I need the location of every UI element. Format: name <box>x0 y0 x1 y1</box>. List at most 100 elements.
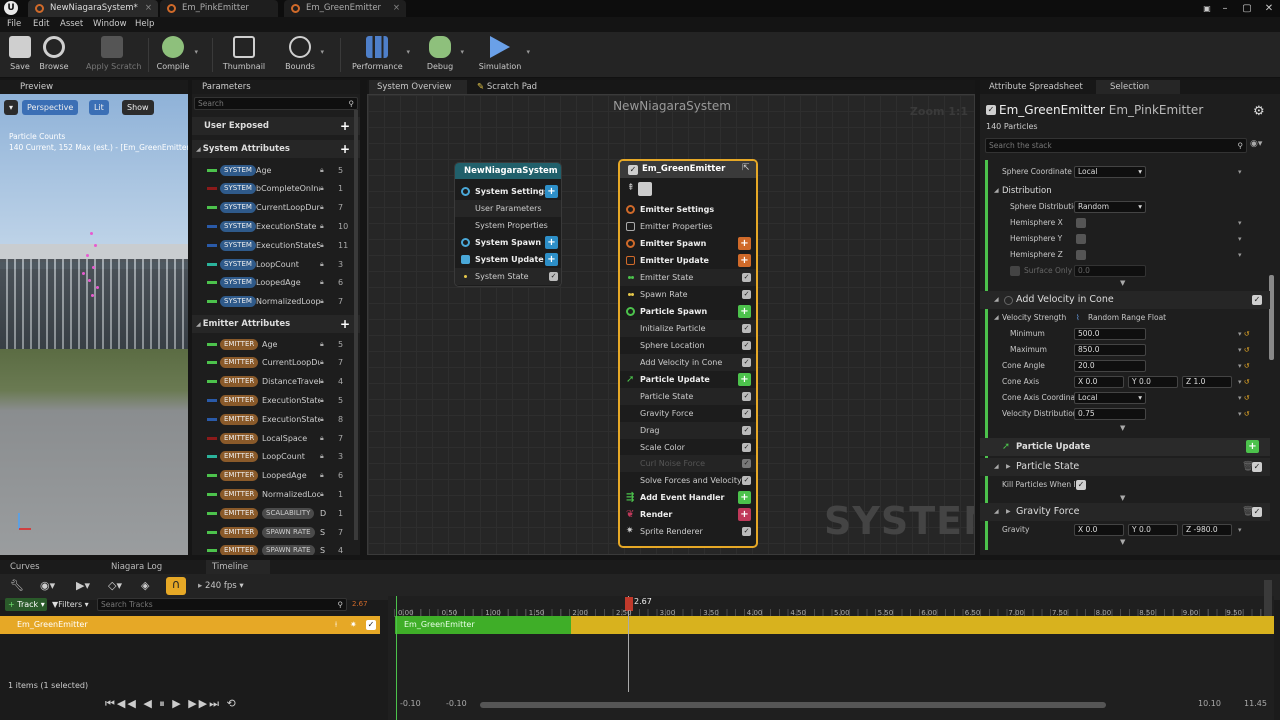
maximize-icon[interactable]: ▢ <box>1236 0 1258 17</box>
expand-arrow-icon[interactable]: ◢ <box>196 321 203 328</box>
start-marker[interactable] <box>396 596 397 720</box>
hemisphere-x-checkbox[interactable] <box>1076 218 1086 228</box>
parameter-row[interactable]: SYSTEM LoopedAge 🔒︎ 6 <box>192 273 352 292</box>
add-icon[interactable]: + <box>738 373 751 386</box>
expand-arrow-icon[interactable]: ◢ <box>994 503 999 521</box>
module-enable-checkbox[interactable]: ✓ <box>1252 462 1262 472</box>
parameter-row[interactable]: EMITTERNormalizedLoopA🔒︎ 1 <box>192 485 352 504</box>
tab-em-greenemitter[interactable]: Em_GreenEmitter × <box>284 0 406 17</box>
simulation-button[interactable]: Simulation ▾ <box>478 34 530 76</box>
tab-niagara-log[interactable]: Niagara Log <box>111 560 162 574</box>
emitter-range-bar[interactable] <box>571 616 1274 634</box>
hemisphere-y-checkbox[interactable] <box>1076 234 1086 244</box>
horizontal-scrollbar[interactable] <box>480 702 1106 708</box>
parameter-row[interactable]: EMITTER SPAWN RATE S 7 <box>192 523 352 542</box>
add-icon[interactable]: + <box>738 305 751 318</box>
reset-arrow-icon[interactable]: ▾ ↺ <box>1238 390 1250 406</box>
tab-system-overview[interactable]: System Overview <box>369 80 467 94</box>
user-exposed-header[interactable]: User Exposed + <box>192 117 360 135</box>
reset-arrow-icon[interactable]: ▾ <box>1238 215 1242 231</box>
collapse-arrow-icon[interactable]: ▼ <box>1120 424 1125 432</box>
gravity-y-input[interactable]: Y 0.0 <box>1128 524 1178 536</box>
stack-item-drag[interactable]: Drag ✓ <box>620 422 756 439</box>
close-icon[interactable]: × <box>145 0 152 17</box>
add-icon[interactable]: + <box>738 491 751 504</box>
parameter-row[interactable]: SYSTEMbCompleteOnInac🔒︎ 1 <box>192 179 352 198</box>
particle-update-group[interactable]: ➚ Particle Update + <box>980 438 1270 456</box>
chevron-down-icon[interactable]: ▾ <box>406 48 410 56</box>
parameter-row[interactable]: EMITTERCurrentLoopDura🔒︎ 7 <box>192 353 352 372</box>
reset-arrow-icon[interactable]: ▾ <box>1238 247 1242 263</box>
stack-item-emitter-settings[interactable]: Emitter Settings <box>620 201 756 218</box>
fps-dropdown[interactable]: ▸ 240 fps ▾ <box>198 581 244 591</box>
collapse-arrow-icon[interactable]: ▼ <box>1120 279 1125 287</box>
thumbnail-button[interactable]: Thumbnail <box>222 34 266 76</box>
preview-tab[interactable]: Preview <box>0 80 188 94</box>
stack-search-input[interactable]: Search the stack ⚲ <box>985 138 1247 153</box>
reset-arrow-icon[interactable]: ▾ ↺ <box>1238 358 1250 374</box>
tab-newniagarasystem[interactable]: NewNiagaraSystem* × <box>28 0 158 17</box>
show-button[interactable]: Show <box>122 100 154 115</box>
menu-file[interactable]: File <box>7 17 21 32</box>
stack-item-particle-state[interactable]: Particle State ✓ <box>620 388 756 405</box>
stack-item-emitter-properties[interactable]: Emitter Properties <box>620 218 756 235</box>
enable-checkbox[interactable]: ✓ <box>742 392 751 401</box>
add-icon[interactable]: + <box>545 253 558 266</box>
parameter-row[interactable]: SYSTEM ExecutionStateS 🔒︎ 11 <box>192 236 352 255</box>
parameters-search-input[interactable]: Search ⚲ <box>194 97 358 110</box>
add-icon[interactable]: + <box>340 315 350 333</box>
add-velocity-module[interactable]: ◢ Add Velocity in Cone ✓ <box>980 291 1270 309</box>
viewport-options-button[interactable]: ▾ <box>4 100 18 115</box>
parameter-row[interactable]: EMITTERDistanceTraveled🔒︎ 4 <box>192 372 352 391</box>
performance-button[interactable]: Performance ▾ <box>352 34 410 76</box>
stack-item-scale-color[interactable]: Scale Color ✓ <box>620 439 756 456</box>
reset-arrow-icon[interactable]: ▾ ↺ <box>1238 406 1250 422</box>
menu-window[interactable]: Window <box>93 17 127 32</box>
collapse-arrow-icon[interactable]: ▶ <box>1006 503 1011 521</box>
sphere-distribution-dropdown[interactable]: Random ▾ <box>1074 201 1146 213</box>
expand-arrow-icon[interactable]: ◢ <box>196 146 203 153</box>
parameter-row[interactable]: EMITTER LocalSpace 🔒︎ 7 <box>192 429 352 448</box>
parameter-row[interactable]: EMITTER SCALABILITY D 1 <box>192 504 352 523</box>
reset-arrow-icon[interactable]: ▾ ↺ <box>1238 374 1250 390</box>
scrollbar[interactable] <box>354 110 358 540</box>
enable-checkbox[interactable]: ✓ <box>742 459 751 468</box>
collapse-arrow-icon[interactable]: ▼ <box>1120 494 1125 502</box>
add-icon[interactable]: + <box>738 237 751 250</box>
add-icon[interactable]: + <box>738 254 751 267</box>
debug-button[interactable]: Debug ▾ <box>424 34 464 76</box>
gravity-force-module[interactable]: ◢ ▶ Gravity Force 🗑 ✓ <box>980 503 1270 521</box>
tab-attribute-spreadsheet[interactable]: Attribute Spreadsheet <box>982 80 1092 94</box>
collapse-arrow-icon[interactable]: ▼ <box>1120 538 1125 546</box>
parameter-row[interactable]: SYSTEM Age 🔒︎ 5 <box>192 161 352 180</box>
reset-arrow-icon[interactable]: ▾ <box>1238 522 1242 538</box>
stack-item-curl-noise-force[interactable]: Curl Noise Force ✓ <box>620 455 756 472</box>
enable-checkbox[interactable]: ✓ <box>742 409 751 418</box>
enable-checkbox[interactable]: ✓ <box>549 272 558 281</box>
add-icon[interactable]: + <box>545 185 558 198</box>
menu-help[interactable]: Help <box>135 17 154 32</box>
gear-icon[interactable]: ⚙ <box>1253 104 1265 119</box>
emitter-section-bar[interactable]: Em_GreenEmitter <box>395 616 571 634</box>
close-window-icon[interactable]: ✕ <box>1258 0 1280 17</box>
stack-item-emitter-update[interactable]: Emitter Update + <box>620 252 756 269</box>
surface-only-input[interactable]: 0.0 <box>1074 265 1146 277</box>
add-icon[interactable]: + <box>340 117 350 135</box>
enable-checkbox[interactable]: ✓ <box>742 358 751 367</box>
stack-item-sprite-renderer[interactable]: ✷ Sprite Renderer ✓ <box>620 523 756 540</box>
emitter-attributes-header[interactable]: ◢ Emitter Attributes + <box>192 315 360 333</box>
enable-checkbox[interactable]: ✓ <box>742 273 751 282</box>
enable-checkbox[interactable]: ✓ <box>742 426 751 435</box>
reset-arrow-icon[interactable]: ▾ <box>1238 231 1242 247</box>
close-icon[interactable]: × <box>393 0 400 17</box>
reset-arrow-icon[interactable]: ▾ ↺ <box>1238 342 1250 358</box>
gravity-x-input[interactable]: X 0.0 <box>1074 524 1124 536</box>
tab-timeline[interactable]: Timeline <box>206 560 270 574</box>
parameter-row[interactable]: EMITTER SPAWN RATE S 4 <box>192 541 352 555</box>
stack-item-solve-forces-and-velocity[interactable]: Solve Forces and Velocity ✓ <box>620 472 756 489</box>
stack-item-initialize-particle[interactable]: Initialize Particle ✓ <box>620 320 756 337</box>
enable-checkbox[interactable]: ✓ <box>742 476 751 485</box>
enable-checkbox[interactable]: ✓ <box>742 324 751 333</box>
minimize-icon[interactable]: – <box>1214 0 1236 17</box>
minimum-input[interactable]: 500.0 <box>1074 328 1146 340</box>
